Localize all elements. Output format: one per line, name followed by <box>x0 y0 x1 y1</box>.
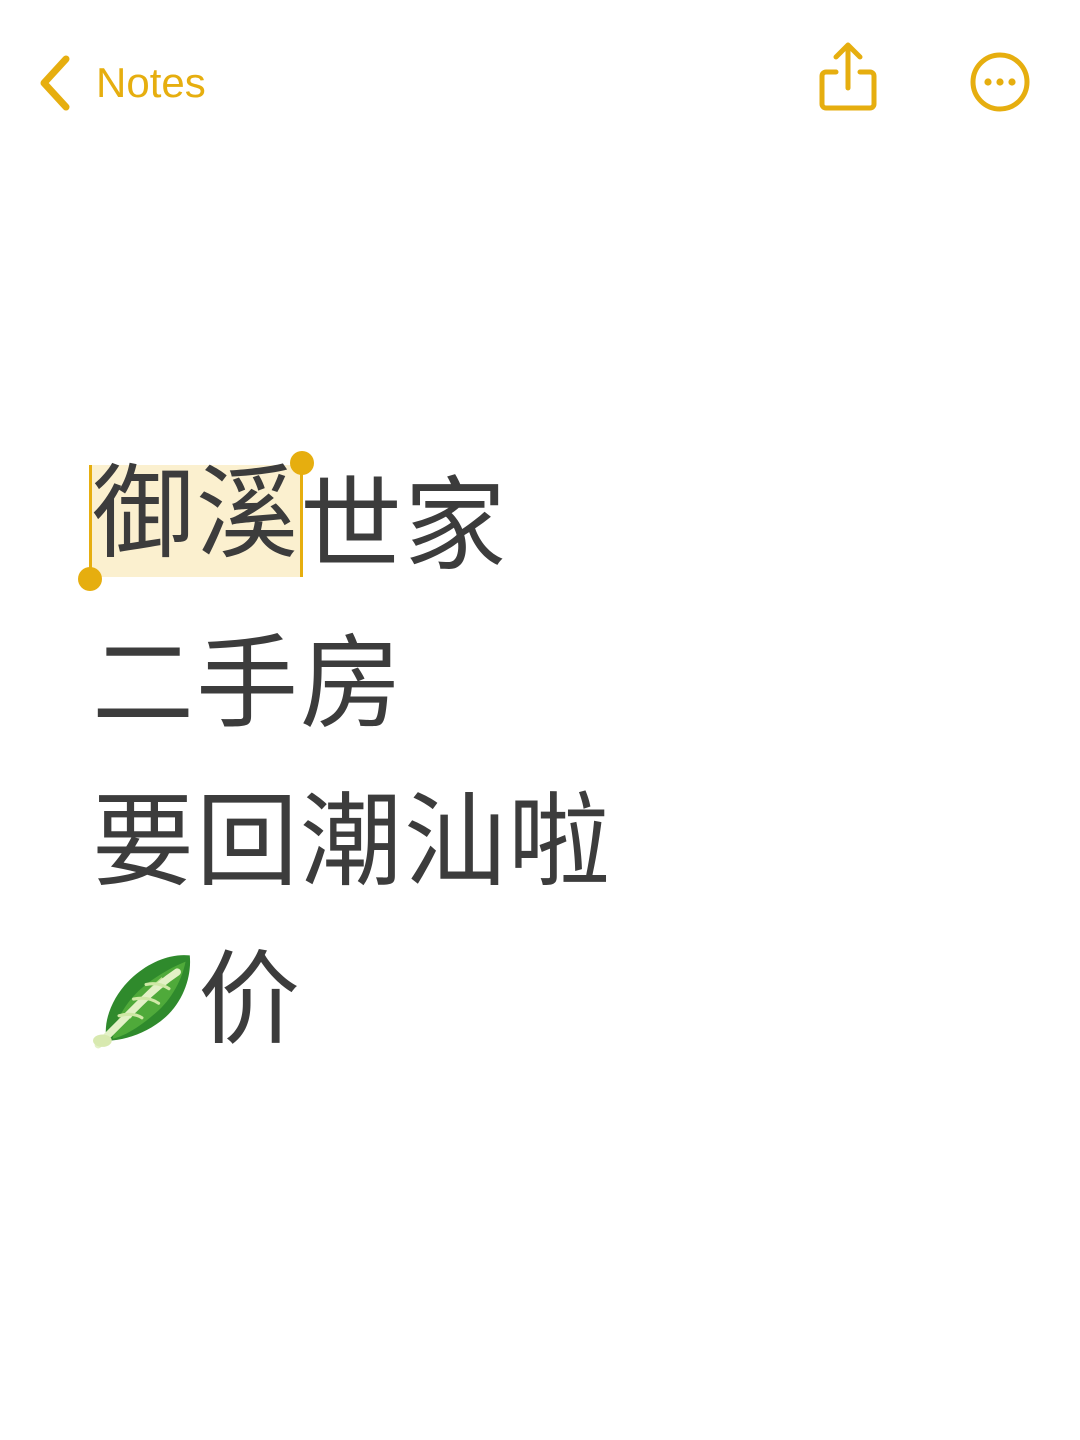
note-line-3: 要回潮汕啦 <box>92 783 612 902</box>
selection-start-bar <box>89 465 92 577</box>
chevron-left-icon <box>40 55 70 111</box>
selection-end-handle[interactable] <box>290 451 314 475</box>
more-button[interactable] <box>968 50 1032 114</box>
note-line-2: 二手房 <box>92 625 404 744</box>
note-line-1: 御溪 世家 <box>78 448 992 606</box>
share-icon <box>819 42 877 111</box>
note-line-4: 价 <box>92 922 992 1080</box>
leafy-green-icon <box>93 955 191 1049</box>
back-label: Notes <box>96 59 206 106</box>
selected-text: 御溪 <box>92 455 300 574</box>
text-selection[interactable]: 御溪 <box>78 451 314 591</box>
selection-end-bar <box>300 465 303 577</box>
selection-start-handle[interactable] <box>78 567 102 591</box>
line-1-rest-text: 世家 <box>300 467 508 586</box>
navigation-bar: Notes <box>0 0 1080 170</box>
note-body[interactable]: 御溪 世家 二手房 要回潮汕啦 价 <box>78 448 992 1080</box>
share-button[interactable] <box>814 40 882 116</box>
line-4-text: 价 <box>198 941 302 1060</box>
ellipsis-circle-icon <box>970 52 1030 112</box>
back-button[interactable]: Notes <box>36 50 206 116</box>
